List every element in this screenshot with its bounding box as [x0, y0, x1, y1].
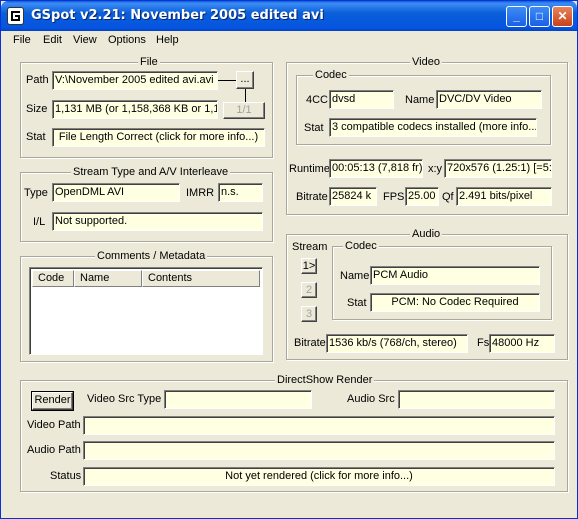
qf-label: Qf	[442, 191, 454, 203]
video-src-type-label: Video Src Type	[87, 393, 162, 405]
menu-bar: File Edit View Options Help	[1, 31, 577, 50]
menu-help[interactable]: Help	[156, 34, 179, 46]
menu-edit[interactable]: Edit	[43, 34, 62, 46]
size-field[interactable]: 1,131 MB (or 1,158,368 KB or 1,1	[52, 100, 218, 119]
il-field[interactable]: Not supported.	[52, 212, 263, 231]
file-stat-field[interactable]: File Length Correct (click for more info…	[52, 128, 265, 147]
minimize-button[interactable]: _	[506, 6, 527, 27]
column-code[interactable]: Code	[32, 270, 74, 287]
size-label: Size	[26, 103, 48, 115]
stream-label: Stream	[292, 241, 328, 253]
video-codec-group-label: Codec	[313, 69, 349, 81]
gspot-window: GSpot v2.21: November 2005 edited avi _ …	[0, 0, 578, 519]
menu-options[interactable]: Options	[108, 34, 146, 46]
audio-stream-1-button[interactable]: 1>	[301, 258, 317, 274]
qf-field[interactable]: 2.491 bits/pixel	[456, 187, 552, 206]
fourcc-label: 4CC	[306, 94, 329, 106]
audio-codec-group-label: Codec	[343, 240, 379, 252]
column-name[interactable]: Name	[74, 270, 142, 287]
xy-label: x:y	[428, 163, 443, 175]
column-contents[interactable]: Contents	[142, 270, 260, 287]
audio-bitrate-label: Bitrate	[294, 337, 326, 349]
fourcc-field[interactable]: dvsd	[329, 90, 394, 109]
audio-group-label: Audio	[410, 228, 443, 240]
video-path-label: Video Path	[27, 419, 81, 431]
audio-path-label: Audio Path	[27, 444, 81, 456]
status-label: Status	[50, 470, 82, 482]
imrr-label: IMRR	[186, 187, 215, 199]
fps-field[interactable]: 25.00	[405, 187, 439, 206]
video-name-field[interactable]: DVC/DV Video	[436, 90, 542, 109]
minimize-icon: _	[513, 9, 520, 23]
title-bar[interactable]: GSpot v2.21: November 2005 edited avi _ …	[1, 1, 577, 31]
comments-group-label: Comments / Metadata	[95, 250, 208, 262]
part-button[interactable]: 1/1	[223, 102, 265, 119]
video-stat-label: Stat	[304, 122, 324, 134]
render-button[interactable]: Render	[31, 391, 74, 411]
menu-file[interactable]: File	[13, 34, 31, 46]
maximize-button[interactable]: □	[529, 6, 550, 27]
directshow-group-label: DirectShow Render	[275, 374, 375, 386]
close-button[interactable]: ✕	[552, 6, 573, 27]
video-path-field[interactable]	[83, 416, 555, 435]
fps-label: FPS	[383, 191, 405, 203]
xy-field[interactable]: 720x576 (1.25:1) [=5:	[444, 159, 552, 178]
video-stat-field[interactable]: 3 compatible codecs installed (more info…	[329, 118, 537, 137]
audio-src-field[interactable]	[398, 390, 555, 409]
imrr-field[interactable]: n.s.	[218, 183, 263, 202]
browse-button[interactable]: ...	[236, 71, 254, 89]
status-field[interactable]: Not yet rendered (click for more info...…	[83, 467, 555, 486]
path-connector	[218, 80, 236, 81]
video-name-label: Name	[405, 94, 435, 106]
path-label: Path	[26, 74, 49, 86]
runtime-label: Runtime	[289, 163, 330, 175]
video-src-type-field[interactable]	[164, 390, 312, 409]
audio-name-field[interactable]: PCM Audio	[370, 266, 540, 285]
audio-bitrate-field[interactable]: 1536 kb/s (768/ch, stereo)	[326, 334, 468, 353]
video-group-label: Video	[410, 56, 442, 68]
maximize-icon: □	[535, 9, 544, 23]
audio-stream-2-button[interactable]: 2	[301, 282, 317, 298]
fs-label: Fs	[477, 337, 490, 349]
close-icon: ✕	[557, 9, 568, 23]
audio-src-label: Audio Src	[347, 393, 395, 405]
type-field[interactable]: OpenDML AVI	[52, 183, 180, 202]
il-label: I/L	[33, 216, 46, 228]
stream-type-group-label: Stream Type and A/V Interleave	[71, 166, 231, 178]
comments-list[interactable]: Code Name Contents	[29, 267, 263, 355]
audio-path-field[interactable]	[83, 441, 555, 460]
fs-field[interactable]: 48000 Hz	[489, 334, 555, 353]
runtime-field[interactable]: 00:05:13 (7,818 fr)	[329, 159, 423, 178]
window-title: GSpot v2.21: November 2005 edited avi	[31, 8, 324, 23]
stat-label: Stat	[26, 131, 46, 143]
type-label: Type	[24, 187, 48, 199]
video-bitrate-label: Bitrate	[296, 191, 328, 203]
audio-stat-field[interactable]: PCM: No Codec Required	[370, 293, 540, 312]
browse-connector	[245, 89, 246, 102]
path-field[interactable]: V:\November 2005 edited avi.avi	[52, 71, 218, 90]
audio-stream-3-button[interactable]: 3	[301, 306, 317, 322]
file-group-label: File	[138, 56, 160, 68]
menu-view[interactable]: View	[73, 34, 97, 46]
audio-name-label: Name	[340, 270, 370, 282]
gspot-app-icon	[7, 7, 24, 25]
audio-stat-label: Stat	[347, 297, 367, 309]
video-bitrate-field[interactable]: 25824 k	[329, 187, 377, 206]
